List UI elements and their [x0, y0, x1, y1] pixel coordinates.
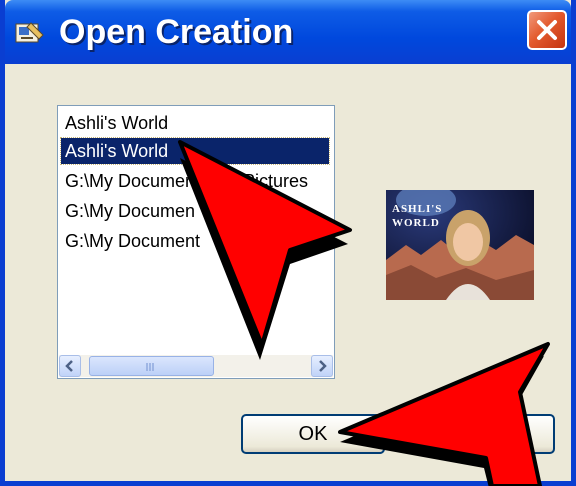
annotation-arrows [178, 140, 550, 486]
annotation-arrow-ok [338, 342, 550, 486]
